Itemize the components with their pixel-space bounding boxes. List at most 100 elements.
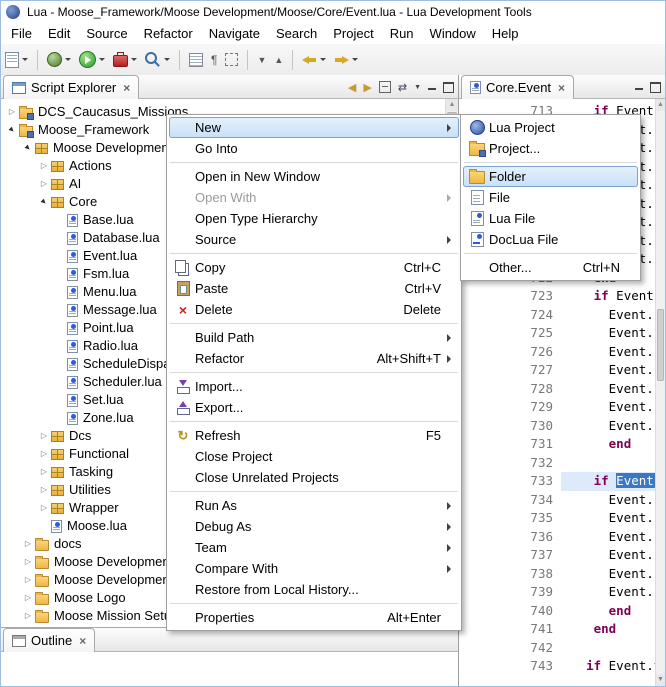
- twistie-collapsed-icon[interactable]: ▷: [37, 175, 51, 193]
- menu-search[interactable]: Search: [268, 23, 325, 44]
- collapse-all-icon[interactable]: [379, 81, 391, 93]
- menu-window[interactable]: Window: [422, 23, 484, 44]
- menu-source[interactable]: Source: [78, 23, 135, 44]
- scroll-up-icon[interactable]: ▲: [446, 99, 458, 111]
- editor-scrollbar[interactable]: ▲ ▼: [655, 99, 665, 686]
- maximize-icon[interactable]: [443, 82, 454, 93]
- twistie-collapsed-icon[interactable]: ▷: [21, 607, 35, 625]
- tree-item-label: Dcs: [69, 427, 91, 445]
- menu-item-source[interactable]: Source: [169, 229, 459, 250]
- menu-item-open-type-hierarchy[interactable]: Open Type Hierarchy: [169, 208, 459, 229]
- minimize-icon[interactable]: [635, 88, 643, 90]
- twistie-collapsed-icon[interactable]: ▷: [21, 553, 35, 571]
- twistie-collapsed-icon[interactable]: ▷: [37, 463, 51, 481]
- menu-item-team[interactable]: Team: [169, 537, 459, 558]
- menu-item-build-path[interactable]: Build Path: [169, 327, 459, 348]
- menu-item-other[interactable]: Other...Ctrl+N: [463, 257, 638, 278]
- menu-project[interactable]: Project: [325, 23, 381, 44]
- tab-script-explorer[interactable]: Script Explorer ×: [3, 75, 139, 99]
- menu-item-export[interactable]: Export...: [169, 397, 459, 418]
- new-wizard-button[interactable]: [2, 48, 31, 72]
- debug-icon: [47, 52, 62, 67]
- menu-item-paste[interactable]: PasteCtrl+V: [169, 278, 459, 299]
- menu-item-shortcut: Ctrl+C: [386, 260, 447, 275]
- menu-separator: [170, 491, 458, 492]
- tab-core-event[interactable]: Core.Event ×: [461, 75, 574, 99]
- twistie-collapsed-icon[interactable]: ▷: [37, 427, 51, 445]
- script-explorer-icon: [12, 82, 26, 94]
- back-button[interactable]: [299, 48, 329, 72]
- menu-edit[interactable]: Edit: [40, 23, 78, 44]
- menu-separator: [170, 253, 458, 254]
- dropdown-caret-icon[interactable]: [131, 58, 137, 61]
- menu-file[interactable]: File: [3, 23, 40, 44]
- scroll-down-icon[interactable]: ▼: [656, 674, 665, 686]
- menu-item-debug-as[interactable]: Debug As: [169, 516, 459, 537]
- twistie-collapsed-icon[interactable]: ▷: [21, 589, 35, 607]
- maximize-icon[interactable]: [650, 82, 661, 93]
- menu-help[interactable]: Help: [484, 23, 527, 44]
- menu-item-compare-with[interactable]: Compare With: [169, 558, 459, 579]
- tree-item-label: Point.lua: [83, 319, 134, 337]
- menu-item-copy[interactable]: CopyCtrl+C: [169, 257, 459, 278]
- menu-item-run-as[interactable]: Run As: [169, 495, 459, 516]
- back-arrow-icon[interactable]: ◀: [348, 81, 356, 94]
- menu-refactor[interactable]: Refactor: [136, 23, 201, 44]
- menu-item-refresh[interactable]: ↻RefreshF5: [169, 425, 459, 446]
- run-button[interactable]: [76, 48, 108, 72]
- view-menu-icon[interactable]: ▼: [414, 84, 421, 91]
- twistie-collapsed-icon[interactable]: ▷: [5, 103, 19, 121]
- menu-item-properties[interactable]: PropertiesAlt+Enter: [169, 607, 459, 628]
- minimize-icon[interactable]: [428, 88, 436, 90]
- dropdown-caret-icon[interactable]: [65, 58, 71, 61]
- debug-button[interactable]: [44, 48, 74, 72]
- close-icon[interactable]: ×: [79, 635, 86, 647]
- menu-item-close-unrelated-projects[interactable]: Close Unrelated Projects: [169, 467, 459, 488]
- dropdown-caret-icon[interactable]: [164, 58, 170, 61]
- tab-outline[interactable]: Outline ×: [3, 628, 95, 652]
- menu-item-lua-file[interactable]: Lua File: [463, 208, 638, 229]
- tree-item-label: AI: [69, 175, 81, 193]
- forward-arrow-icon[interactable]: ▶: [363, 81, 371, 94]
- block-selection-button[interactable]: [222, 48, 241, 72]
- menu-item-refactor[interactable]: RefactorAlt+Shift+T: [169, 348, 459, 369]
- twistie-collapsed-icon[interactable]: ▷: [37, 481, 51, 499]
- dropdown-caret-icon[interactable]: [352, 58, 358, 61]
- menu-item-delete[interactable]: ×DeleteDelete: [169, 299, 459, 320]
- twistie-collapsed-icon[interactable]: ▷: [37, 157, 51, 175]
- lua-file-icon: [470, 81, 481, 94]
- twistie-collapsed-icon[interactable]: ▷: [37, 499, 51, 517]
- twistie-collapsed-icon[interactable]: ▷: [21, 571, 35, 589]
- menu-item-open-in-new-window[interactable]: Open in New Window: [169, 166, 459, 187]
- app-window: Lua - Moose_Framework/Moose Development/…: [0, 0, 666, 687]
- menu-navigate[interactable]: Navigate: [201, 23, 268, 44]
- menu-item-go-into[interactable]: Go Into: [169, 138, 459, 159]
- menu-item-close-project[interactable]: Close Project: [169, 446, 459, 467]
- previous-annotation-button[interactable]: ▲: [271, 48, 286, 72]
- twistie-collapsed-icon[interactable]: ▷: [21, 535, 35, 553]
- twistie-collapsed-icon[interactable]: ▷: [37, 445, 51, 463]
- scrollbar-thumb[interactable]: [657, 309, 664, 381]
- scroll-up-icon[interactable]: ▲: [656, 99, 665, 111]
- menu-item-lua-project[interactable]: Lua Project: [463, 117, 638, 138]
- external-tools-button[interactable]: [110, 48, 140, 72]
- menu-item-project[interactable]: Project...: [463, 138, 638, 159]
- search-button[interactable]: [142, 48, 173, 72]
- close-icon[interactable]: ×: [558, 82, 565, 94]
- dropdown-caret-icon[interactable]: [320, 58, 326, 61]
- menu-item-doclua-file[interactable]: DocLua File: [463, 229, 638, 250]
- menu-item-folder[interactable]: Folder: [463, 166, 638, 187]
- link-with-editor-icon[interactable]: ⇄: [398, 81, 407, 94]
- dropdown-caret-icon[interactable]: [22, 58, 28, 61]
- forward-button[interactable]: [331, 48, 361, 72]
- menu-item-import[interactable]: Import...: [169, 376, 459, 397]
- menu-item-file[interactable]: File: [463, 187, 638, 208]
- dropdown-caret-icon[interactable]: [99, 58, 105, 61]
- menu-run[interactable]: Run: [382, 23, 422, 44]
- menu-item-restore-from-local-history[interactable]: Restore from Local History...: [169, 579, 459, 600]
- menu-item-new[interactable]: New: [169, 117, 459, 138]
- close-icon[interactable]: ×: [123, 82, 130, 94]
- next-annotation-button[interactable]: ▼: [254, 48, 269, 72]
- mark-occurrences-button[interactable]: [186, 48, 206, 72]
- show-whitespace-button[interactable]: ¶: [208, 48, 220, 72]
